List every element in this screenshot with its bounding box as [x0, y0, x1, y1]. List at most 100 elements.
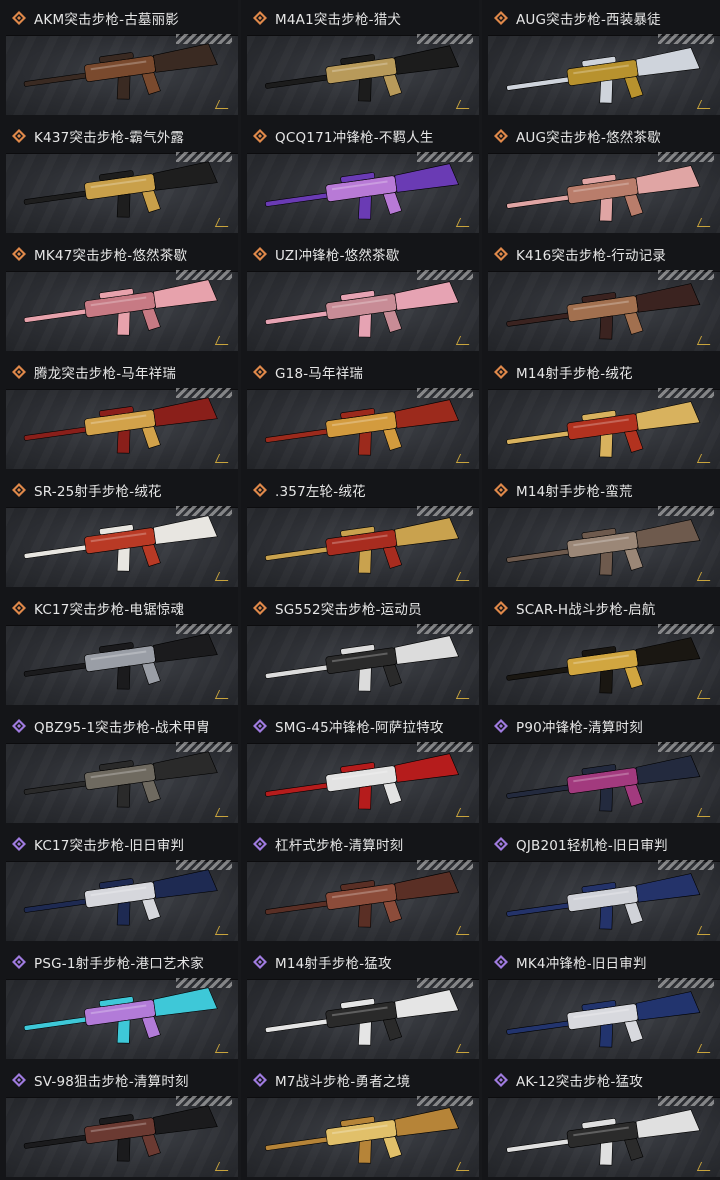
skin-card[interactable]: AUG突击步枪-西装暴徒 — [482, 0, 720, 118]
skin-card[interactable]: 杠杆式步枪-清算时刻 — [241, 826, 479, 944]
rarity-purple-icon — [12, 1072, 26, 1087]
skin-card-header: M4A1突击步枪-猎犬 — [241, 0, 479, 35]
skin-name: AKM突击步枪-古墓丽影 — [34, 11, 180, 28]
rarity-orange-icon — [253, 246, 267, 261]
weapon-preview — [488, 624, 720, 705]
skin-card-header: M14射手步枪-蛮荒 — [482, 472, 720, 507]
weapon-image — [265, 871, 460, 928]
rarity-orange-icon — [494, 246, 508, 261]
skin-name: SR-25射手步枪-绒花 — [34, 483, 162, 500]
skin-card-header: M14射手步枪-猛攻 — [241, 944, 479, 979]
skin-card[interactable]: QCQ171冲锋枪-不羁人生 — [241, 118, 479, 236]
weapon-image — [265, 281, 460, 338]
stripe-decoration — [417, 152, 473, 162]
skin-card[interactable]: KC17突击步枪-电锯惊魂 — [0, 590, 238, 708]
weapon-image — [23, 633, 218, 690]
skin-card-header: 杠杆式步枪-清算时刻 — [241, 826, 479, 861]
skin-card[interactable]: KC17突击步枪-旧日审判 — [0, 826, 238, 944]
skin-card-header: M14射手步枪-绒花 — [482, 354, 720, 389]
stripe-decoration — [658, 34, 714, 44]
rarity-icon — [12, 364, 26, 379]
stripe-decoration — [417, 270, 473, 280]
skin-card[interactable]: AUG突击步枪-悠然茶歇 — [482, 118, 720, 236]
rarity-icon — [12, 10, 26, 25]
skin-card[interactable]: 腾龙突击步枪-马年祥瑞 — [0, 354, 238, 472]
weapon-image — [506, 873, 701, 930]
skin-card[interactable]: G18-马年祥瑞 — [241, 354, 479, 472]
weapon-image — [265, 517, 460, 574]
skin-card-header: MK47突击步枪-悠然茶歇 — [0, 236, 238, 271]
stripe-decoration — [176, 742, 232, 752]
skin-card-header: K437突击步枪-霸气外露 — [0, 118, 238, 153]
rarity-icon — [494, 600, 508, 615]
skin-card[interactable]: K437突击步枪-霸气外露 — [0, 118, 238, 236]
skin-card[interactable]: UZI冲锋枪-悠然茶歇 — [241, 236, 479, 354]
skin-card[interactable]: .357左轮-绒花 — [241, 472, 479, 590]
rarity-purple-icon — [494, 1072, 508, 1087]
skin-name: QJB201轻机枪-旧日审判 — [516, 837, 668, 854]
weapon-preview — [247, 742, 479, 823]
skin-card[interactable]: SMG-45冲锋枪-阿萨拉特攻 — [241, 708, 479, 826]
weapon-image — [506, 637, 701, 694]
skin-card-header: G18-马年祥瑞 — [241, 354, 479, 389]
rarity-orange-icon — [12, 482, 26, 497]
weapon-image — [506, 401, 701, 458]
weapon-preview — [247, 624, 479, 705]
skin-name: SG552突击步枪-运动员 — [275, 601, 422, 618]
skin-card[interactable]: M14射手步枪-蛮荒 — [482, 472, 720, 590]
stripe-decoration — [658, 860, 714, 870]
weapon-preview — [247, 506, 479, 587]
skin-card-header: AKM突击步枪-古墓丽影 — [0, 0, 238, 35]
rarity-icon — [494, 10, 508, 25]
rarity-icon — [253, 954, 267, 969]
rarity-icon — [494, 364, 508, 379]
stripe-decoration — [176, 506, 232, 516]
skin-card[interactable]: QBZ95-1突击步枪-战术甲胄 — [0, 708, 238, 826]
rarity-orange-icon — [12, 246, 26, 261]
rarity-orange-icon — [253, 128, 267, 143]
skin-name: 杠杆式步枪-清算时刻 — [275, 837, 404, 854]
skin-card[interactable]: M4A1突击步枪-猎犬 — [241, 0, 479, 118]
rarity-icon — [494, 1072, 508, 1087]
skin-card[interactable]: SR-25射手步枪-绒花 — [0, 472, 238, 590]
skin-card[interactable]: P90冲锋枪-清算时刻 — [482, 708, 720, 826]
rarity-icon — [253, 600, 267, 615]
skin-card[interactable]: MK47突击步枪-悠然茶歇 — [0, 236, 238, 354]
rarity-orange-icon — [494, 364, 508, 379]
stripe-decoration — [417, 978, 473, 988]
skin-card[interactable]: AKM突击步枪-古墓丽影 — [0, 0, 238, 118]
weapon-image — [265, 635, 460, 692]
skin-card[interactable]: AK-12突击步枪-猛攻 — [482, 1062, 720, 1180]
skin-card[interactable]: MK4冲锋枪-旧日审判 — [482, 944, 720, 1062]
rarity-icon — [494, 718, 508, 733]
skin-card-header: M7战斗步枪-勇者之境 — [241, 1062, 479, 1097]
stripe-decoration — [417, 742, 473, 752]
skin-card[interactable]: PSG-1射手步枪-港口艺术家 — [0, 944, 238, 1062]
rarity-icon — [494, 482, 508, 497]
skin-name: M14射手步枪-蛮荒 — [516, 483, 633, 500]
skin-card[interactable]: QJB201轻机枪-旧日审判 — [482, 826, 720, 944]
stripe-decoration — [658, 152, 714, 162]
skin-card-header: UZI冲锋枪-悠然茶歇 — [241, 236, 479, 271]
weapon-preview — [6, 152, 238, 233]
rarity-orange-icon — [253, 10, 267, 25]
weapon-preview — [488, 978, 720, 1059]
weapon-preview — [247, 1096, 479, 1177]
skin-card-header: MK4冲锋枪-旧日审判 — [482, 944, 720, 979]
skin-name: M14射手步枪-绒花 — [516, 365, 633, 382]
skin-card[interactable]: M14射手步枪-绒花 — [482, 354, 720, 472]
rarity-orange-icon — [12, 10, 26, 25]
stripe-decoration — [658, 388, 714, 398]
skin-card[interactable]: M7战斗步枪-勇者之境 — [241, 1062, 479, 1180]
rarity-icon — [253, 10, 267, 25]
rarity-purple-icon — [253, 836, 267, 851]
rarity-orange-icon — [494, 128, 508, 143]
skin-card[interactable]: SCAR-H战斗步枪-启航 — [482, 590, 720, 708]
rarity-purple-icon — [494, 718, 508, 733]
rarity-icon — [494, 128, 508, 143]
skin-card[interactable]: K416突击步枪-行动记录 — [482, 236, 720, 354]
skin-card[interactable]: SG552突击步枪-运动员 — [241, 590, 479, 708]
rarity-purple-icon — [253, 718, 267, 733]
skin-card[interactable]: M14射手步枪-猛攻 — [241, 944, 479, 1062]
skin-card[interactable]: SV-98狙击步枪-清算时刻 — [0, 1062, 238, 1180]
